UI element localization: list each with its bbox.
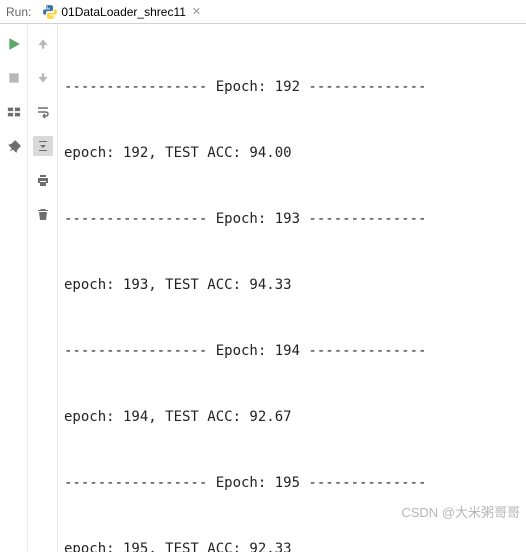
python-icon [43,5,57,19]
trash-icon[interactable] [33,204,53,224]
console-line: ----------------- Epoch: 193 -----------… [64,208,518,230]
tab-name: 01DataLoader_shrec11 [61,5,186,19]
run-button[interactable] [4,34,24,54]
console-line: ----------------- Epoch: 194 -----------… [64,340,518,362]
restart-button[interactable] [4,102,24,122]
toolbar-right [28,24,58,552]
soft-wrap-icon[interactable] [33,102,53,122]
console-line: epoch: 192, TEST ACC: 94.00 [64,142,518,164]
console-output[interactable]: ----------------- Epoch: 192 -----------… [58,24,526,552]
print-icon[interactable] [33,170,53,190]
up-icon[interactable] [33,34,53,54]
run-config-tab[interactable]: 01DataLoader_shrec11 ✕ [37,1,209,23]
stop-button[interactable] [4,68,24,88]
down-icon[interactable] [33,68,53,88]
console-line: epoch: 195, TEST ACC: 92.33 [64,538,518,552]
pin-button[interactable] [4,136,24,156]
run-label: Run: [6,5,31,19]
toolbar-left [0,24,28,552]
run-header: Run: 01DataLoader_shrec11 ✕ [0,0,526,24]
watermark: CSDN @大米粥哥哥 [401,502,520,524]
scroll-end-icon[interactable] [33,136,53,156]
console-line: ----------------- Epoch: 192 -----------… [64,76,518,98]
close-icon[interactable]: ✕ [190,5,203,18]
console-line: epoch: 194, TEST ACC: 92.67 [64,406,518,428]
console-line: ----------------- Epoch: 195 -----------… [64,472,518,494]
console-line: epoch: 193, TEST ACC: 94.33 [64,274,518,296]
